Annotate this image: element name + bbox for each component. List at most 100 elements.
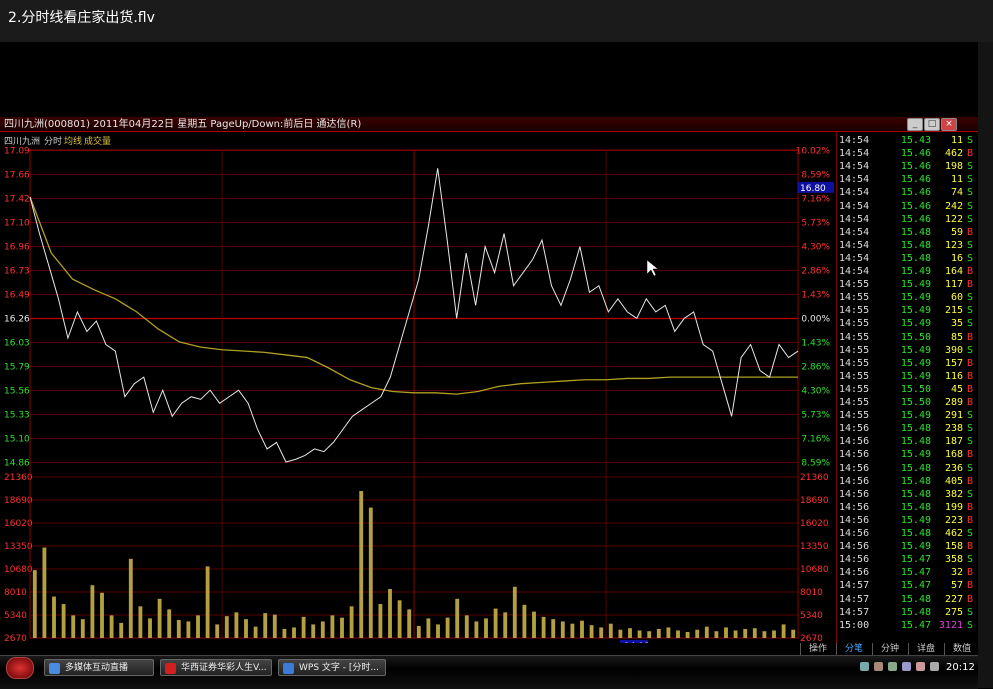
volume-bar [215, 624, 220, 638]
trading-app-window: 四川九洲(000801) 2011年04月22日 星期五 PageUp/Down… [0, 117, 978, 655]
tick-row: 14:55 15.50 289 B [837, 396, 978, 409]
volume-bar [253, 626, 258, 638]
tick-row: 15:00 15.47 3121 S [837, 619, 978, 632]
volume-bar [292, 627, 296, 638]
tray-icon-volume[interactable] [930, 662, 939, 671]
volume-bar [234, 612, 239, 638]
tick-direction: S [967, 135, 974, 146]
volume-bar [589, 625, 594, 638]
tick-row: 14:55 15.50 85 B [837, 331, 978, 344]
intraday-chart[interactable]: 四川九洲 分时 均线 成交量 17.09 10.02% 17.66 8.59% 17.42 7.1… [0, 132, 836, 643]
volume-tick-label-right: 18690 [800, 496, 829, 506]
volume-bar [512, 586, 517, 638]
tick-row: 14:56 15.49 168 B [837, 448, 978, 461]
tick-direction: B [967, 449, 974, 461]
volume-bar [532, 611, 536, 638]
tick-time: 14:55 [839, 305, 870, 317]
tab-2[interactable]: 分钟 [872, 643, 907, 655]
tick-time: 14:56 [839, 528, 870, 539]
tick-price: 15.49 [900, 410, 931, 422]
tick-row: 14:56 15.48 462 S [837, 527, 978, 540]
tray-icon-update[interactable] [916, 662, 925, 671]
video-scrollbar[interactable] [978, 42, 993, 688]
taskbar-item-stock-app[interactable]: 华西证券华彩人生V... [160, 659, 272, 676]
tick-row: 14:55 15.49 215 S [837, 304, 978, 317]
pct-tick-label: 2.86% [801, 267, 830, 277]
tick-time: 14:54 [839, 200, 870, 212]
tick-time: 14:56 [839, 449, 870, 461]
tick-price: 15.49 [900, 292, 931, 304]
tick-direction: S [967, 554, 974, 566]
tick-volume: 157 [944, 357, 963, 369]
volume-bar [263, 613, 268, 638]
tick-row: 14:56 15.48 382 S [837, 488, 978, 501]
volume-bar [80, 619, 85, 638]
taskbar-item-wps[interactable]: WPS 文字 - [分时... [278, 659, 386, 676]
volume-bar [484, 618, 488, 638]
tick-direction: S [967, 423, 974, 435]
tick-volume: 405 [944, 475, 963, 487]
tick-direction: S [967, 252, 974, 264]
volume-bar [186, 621, 191, 638]
tick-time: 14:57 [839, 580, 870, 592]
tick-direction: B [967, 148, 974, 160]
pct-tick-label: 10.02% [796, 147, 831, 157]
tray-icon-app[interactable] [888, 662, 897, 671]
tick-row: 14:56 15.47 32 B [837, 566, 978, 579]
tab-3[interactable]: 详盘 [908, 643, 943, 655]
tick-volume: 223 [944, 514, 963, 526]
pct-tick-label: 1.43% [801, 291, 830, 301]
minimize-icon[interactable]: _ [907, 118, 923, 131]
volume-bar [426, 618, 431, 638]
tick-price: 15.49 [900, 449, 931, 461]
pct-tick-label: 7.16% [801, 435, 830, 445]
tick-time: 14:56 [839, 436, 870, 448]
tab-1[interactable]: 分笔 [836, 643, 871, 655]
tick-time: 15:00 [839, 619, 870, 631]
tick-price: 15.46 [900, 161, 931, 173]
tick-price: 15.48 [900, 475, 931, 487]
tick-volume: 59 [950, 226, 963, 238]
tick-row: 14:55 15.49 60 S [837, 291, 978, 304]
volume-bar [493, 608, 498, 638]
price-tick-label: 17.09 [4, 147, 30, 157]
close-icon[interactable]: × [941, 118, 957, 131]
tick-time: 14:56 [839, 462, 870, 474]
tick-price: 15.49 [900, 357, 931, 369]
tick-direction: S [967, 161, 974, 173]
tick-time: 14:56 [839, 501, 870, 513]
tick-volume: 187 [944, 436, 963, 448]
tick-direction: S [967, 410, 974, 422]
restore-icon[interactable]: □ [924, 118, 940, 131]
tray-icon-network[interactable] [860, 662, 869, 671]
tick-price: 15.48 [900, 593, 931, 605]
tick-row: 14:54 15.46 74 S [837, 186, 978, 199]
tray-icon-ime[interactable] [874, 662, 883, 671]
volume-bar [71, 615, 76, 638]
tick-time: 14:56 [839, 514, 870, 526]
tick-time: 14:54 [839, 226, 870, 238]
tick-time: 14:55 [839, 383, 870, 395]
tick-volume: 275 [944, 606, 963, 618]
volume-bar [32, 570, 37, 638]
start-button[interactable] [6, 657, 34, 679]
tick-price: 15.48 [900, 239, 931, 251]
tick-price: 15.43 [900, 135, 931, 146]
tab-0[interactable]: 操作 [800, 643, 835, 655]
taskbar: 多媒体互动直播 华西证券华彩人生V... WPS 文字 - [分时... 20:… [0, 655, 978, 689]
tab-4[interactable]: 数值 [944, 643, 978, 655]
volume-bar [781, 624, 786, 638]
volume-bar [551, 619, 556, 638]
taskbar-item-label: WPS 文字 - [分时... [299, 663, 379, 673]
price-tick-label: 16.49 [4, 291, 30, 301]
tray-icon-security[interactable] [902, 662, 911, 671]
volume-bar [138, 606, 143, 638]
tick-time: 14:54 [839, 148, 870, 160]
volume-bar [704, 626, 709, 638]
volume-bar [119, 622, 124, 638]
volume-bar [724, 627, 728, 638]
taskbar-item-label: 华西证券华彩人生V... [181, 663, 267, 673]
tick-direction: S [967, 292, 974, 304]
tick-direction: S [967, 187, 974, 199]
taskbar-item-live[interactable]: 多媒体互动直播 [44, 659, 154, 676]
